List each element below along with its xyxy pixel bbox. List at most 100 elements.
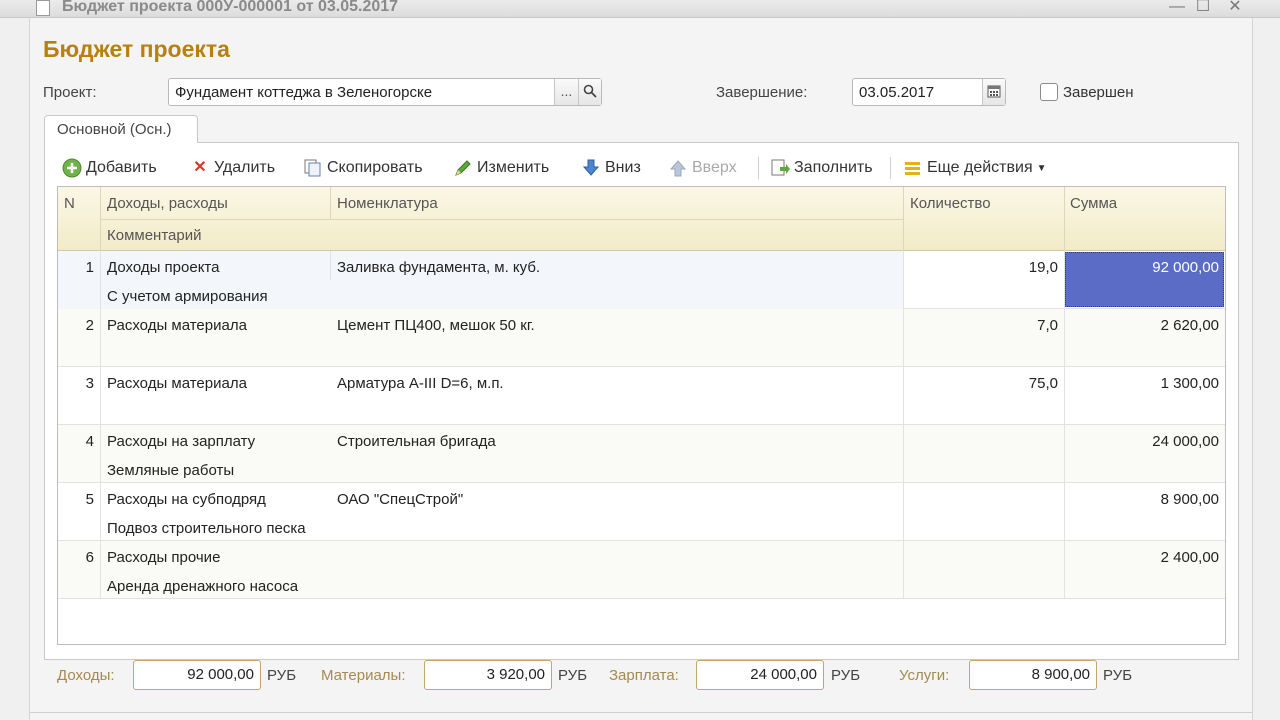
project-label: Проект:: [43, 84, 97, 101]
row-item: Заливка фундамента, м. куб.: [337, 259, 541, 276]
row-sum: 24 000,00: [1152, 433, 1219, 450]
document-icon: [36, 0, 50, 16]
row-divider: [100, 367, 101, 425]
move-up-button[interactable]: Вверх: [668, 157, 737, 179]
row-sum: 1 300,00: [1160, 375, 1219, 392]
completion-date-value: 03.05.2017: [859, 84, 935, 101]
window-frame-right: [1252, 18, 1280, 720]
row-type: Расходы на зарплату: [107, 433, 256, 450]
row-comment: С учетом армирования: [107, 288, 268, 305]
header-quantity[interactable]: Количество: [910, 195, 991, 212]
row-divider: [903, 425, 904, 483]
header-item[interactable]: Номенклатура: [337, 195, 438, 212]
fill-button[interactable]: Заполнить: [770, 157, 873, 179]
table-row[interactable]: 1 Доходы проекта Заливка фундамента, м. …: [58, 251, 1225, 309]
row-number: 4: [85, 433, 94, 450]
copy-button[interactable]: Скопировать: [303, 157, 423, 179]
row-number: 2: [85, 317, 94, 334]
table-header: N Доходы, расходы Номенклатура Количеств…: [58, 187, 1225, 251]
tab-main[interactable]: Основной (Осн.): [44, 115, 198, 143]
row-number: 5: [85, 491, 94, 508]
budget-table[interactable]: N Доходы, расходы Номенклатура Количеств…: [57, 186, 1226, 645]
calendar-button[interactable]: [982, 79, 1005, 105]
salary-field[interactable]: 24 000,00: [696, 660, 824, 690]
row-number: 6: [85, 549, 94, 566]
row-type: Расходы прочие: [107, 549, 221, 566]
row-divider: [100, 425, 101, 483]
table-row[interactable]: 6 Расходы прочие 2 400,00 Аренда дренажн…: [58, 541, 1225, 599]
copy-label: Скопировать: [327, 159, 423, 176]
salary-label: Зарплата:: [609, 667, 679, 684]
list-icon: [903, 158, 923, 178]
completion-label: Завершение:: [716, 84, 808, 101]
toolbar-separator: [758, 157, 759, 179]
row-comment: Земляные работы: [107, 462, 235, 479]
toolbar-separator: [890, 157, 891, 179]
maximize-button[interactable]: ☐: [1192, 0, 1214, 16]
completed-checkbox[interactable]: [1040, 83, 1058, 101]
pencil-icon: [453, 158, 473, 178]
add-button[interactable]: Добавить: [62, 157, 157, 179]
move-down-button[interactable]: Вниз: [581, 157, 641, 179]
services-label: Услуги:: [899, 667, 950, 684]
add-icon: [62, 158, 82, 178]
divider: [30, 712, 1252, 713]
row-divider: [100, 541, 101, 599]
arrow-down-icon: [581, 158, 601, 178]
row-sum: 92 000,00: [1152, 259, 1219, 276]
header-comment[interactable]: Комментарий: [107, 227, 201, 244]
table-row[interactable]: 2 Расходы материала Цемент ПЦ400, мешок …: [58, 309, 1225, 367]
header-type[interactable]: Доходы, расходы: [107, 195, 228, 212]
chevron-down-icon: ▼: [1036, 162, 1047, 174]
completed-label: Завершен: [1063, 84, 1134, 101]
edit-button[interactable]: Изменить: [453, 157, 549, 179]
arrow-up-icon: [668, 158, 688, 178]
move-down-label: Вниз: [605, 159, 641, 176]
header-divider: [100, 219, 903, 220]
select-button[interactable]: ...: [554, 79, 578, 105]
table-row[interactable]: 4 Расходы на зарплату Строительная брига…: [58, 425, 1225, 483]
search-button[interactable]: [578, 79, 601, 105]
header-sum[interactable]: Сумма: [1070, 195, 1117, 212]
row-comment: Аренда дренажного насоса: [107, 578, 299, 595]
row-sum: 2 620,00: [1160, 317, 1219, 334]
row-type: Расходы материала: [107, 317, 247, 334]
row-sum: 8 900,00: [1160, 491, 1219, 508]
delete-button[interactable]: ✕ Удалить: [190, 157, 275, 179]
currency-label: РУБ: [267, 667, 297, 684]
services-field[interactable]: 8 900,00: [969, 660, 1097, 690]
edit-label: Изменить: [477, 159, 550, 176]
materials-field[interactable]: 3 920,00: [424, 660, 552, 690]
fill-label: Заполнить: [794, 159, 873, 176]
row-type: Доходы проекта: [107, 259, 220, 276]
more-actions-button[interactable]: Еще действия ▼: [903, 157, 1047, 179]
row-type: Расходы материала: [107, 375, 247, 392]
row-divider: [903, 483, 904, 541]
more-actions-label: Еще действия: [927, 159, 1033, 176]
row-item: ОАО "СпецСтрой": [337, 491, 464, 508]
row-comment: Подвоз строительного песка: [107, 520, 306, 537]
project-field[interactable]: Фундамент коттеджа в Зеленогорске: [168, 78, 602, 106]
currency-label: РУБ: [1103, 667, 1133, 684]
header-n[interactable]: N: [64, 195, 75, 212]
column-divider: [330, 187, 331, 219]
close-button[interactable]: ✕: [1224, 0, 1246, 16]
window-titlebar: Бюджет проекта 000У-000001 от 03.05.2017…: [0, 0, 1280, 18]
income-field[interactable]: 92 000,00: [133, 660, 261, 690]
move-up-label: Вверх: [692, 159, 737, 176]
row-number: 1: [85, 259, 94, 276]
column-divider: [1064, 187, 1065, 251]
table-row[interactable]: 5 Расходы на субподряд ОАО "СпецСтрой" 8…: [58, 483, 1225, 541]
currency-label: РУБ: [831, 667, 861, 684]
project-value: Фундамент коттеджа в Зеленогорске: [175, 84, 433, 101]
fill-icon: [770, 158, 790, 178]
add-label: Добавить: [86, 159, 157, 176]
row-quantity: 19,0: [1028, 259, 1058, 276]
row-item: Строительная бригада: [337, 433, 496, 450]
minimize-button[interactable]: —: [1166, 0, 1188, 16]
currency-label: РУБ: [558, 667, 588, 684]
copy-icon: [303, 158, 323, 178]
row-divider: [330, 251, 331, 280]
row-number: 3: [85, 375, 94, 392]
table-row[interactable]: 3 Расходы материала Арматура A-III D=6, …: [58, 367, 1225, 425]
